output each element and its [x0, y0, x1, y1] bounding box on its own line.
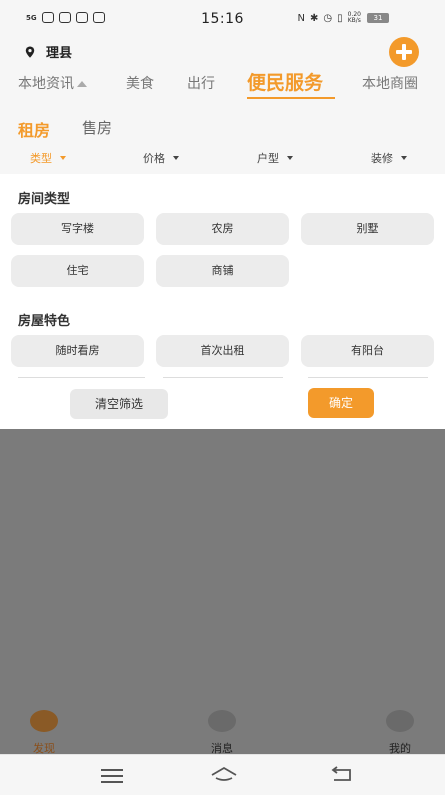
filter-layout[interactable]: 户型 [257, 150, 293, 166]
feature-chip[interactable]: 首次出租 [156, 335, 289, 367]
room-type-chip[interactable]: 写字楼 [11, 213, 144, 245]
tab-local-news[interactable]: 本地资讯 [18, 73, 87, 93]
filter-type[interactable]: 类型 [30, 150, 66, 166]
home-icon[interactable] [210, 765, 238, 785]
chip-row-edge [18, 377, 145, 381]
room-type-chip[interactable]: 别墅 [301, 213, 434, 245]
tab-travel[interactable]: 出行 [187, 73, 215, 93]
dim-overlay[interactable] [0, 429, 445, 754]
room-type-chip[interactable]: 商铺 [156, 255, 289, 287]
vibrate-icon: ▯ [337, 12, 343, 24]
room-type-chip[interactable]: 住宅 [11, 255, 144, 287]
chevron-down-icon [173, 156, 179, 160]
tab-rent[interactable]: 租房 [18, 117, 50, 141]
location-pin-icon [25, 46, 35, 58]
tab-food[interactable]: 美食 [126, 73, 154, 93]
nav-discover[interactable]: 发现 [14, 710, 74, 756]
filter-decoration[interactable]: 装修 [371, 150, 407, 166]
status-bar: 5G 15:16 N ✱ ◷ ▯ 0.20 KB/s 31 [0, 0, 445, 38]
chevron-down-icon [60, 156, 66, 160]
clear-filters-button[interactable]: 清空筛选 [70, 389, 168, 419]
feature-chip[interactable]: 有阳台 [301, 335, 434, 367]
nfc-icon: N [297, 12, 305, 24]
room-type-title: 房间类型 [18, 192, 71, 207]
profile-icon [386, 710, 414, 732]
tab-local-business[interactable]: 本地商圈 [362, 73, 418, 93]
chevron-down-icon [287, 156, 293, 160]
status-right-icons: N ✱ ◷ ▯ 0.20 KB/s [298, 12, 361, 24]
location-text: 理县 [46, 46, 73, 61]
system-nav-bar [0, 754, 445, 795]
message-icon [208, 710, 236, 732]
discover-icon [30, 710, 58, 732]
feature-chip[interactable]: 随时看房 [11, 335, 144, 367]
features-title: 房屋特色 [18, 314, 71, 329]
filter-price[interactable]: 价格 [143, 150, 179, 166]
nav-messages[interactable]: 消息 [192, 710, 252, 756]
network-speed: 0.20 KB/s [347, 11, 361, 24]
alarm-icon: ◷ [323, 12, 333, 24]
chip-row-edge [163, 377, 283, 381]
location-selector[interactable]: 理县 [24, 42, 72, 61]
chevron-down-icon [401, 156, 407, 160]
active-tab-indicator [247, 97, 335, 99]
nav-mine[interactable]: 我的 [370, 710, 430, 756]
room-type-chip[interactable]: 农房 [156, 213, 289, 245]
battery-icon: 31 [367, 13, 389, 23]
chip-row-edge [308, 377, 428, 381]
confirm-button[interactable]: 确定 [308, 388, 374, 418]
filter-panel: 房间类型 写字楼 农房 别墅 住宅 商铺 房屋特色 随时看房 首次出租 有阳台 … [0, 174, 445, 429]
menu-icon[interactable] [101, 769, 123, 787]
back-icon[interactable] [330, 766, 352, 782]
tab-convenience-services[interactable]: 便民服务 [247, 68, 323, 95]
caret-up-icon [77, 81, 87, 87]
tab-sale[interactable]: 售房 [82, 117, 112, 138]
add-button[interactable] [389, 37, 419, 67]
bluetooth-icon: ✱ [310, 12, 319, 24]
